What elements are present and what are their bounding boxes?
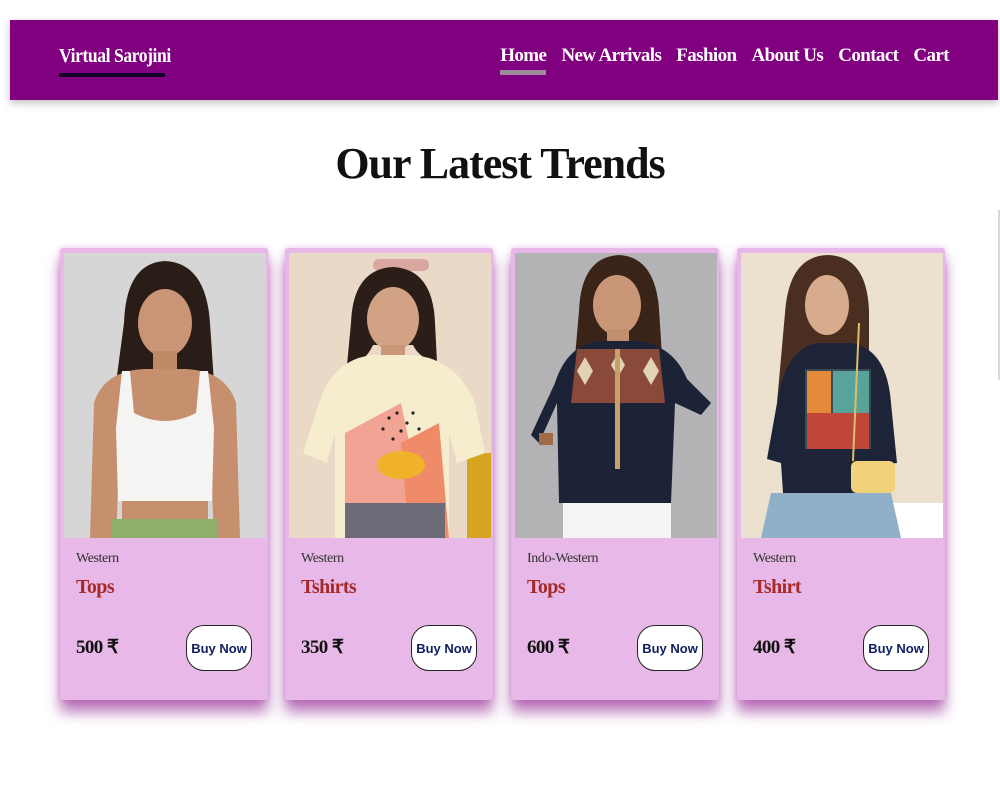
product-card: Western Tops 500 ₹ Buy Now — [60, 248, 268, 700]
brand-underline — [59, 73, 165, 77]
buy-now-button[interactable]: Buy Now — [637, 625, 703, 671]
product-image[interactable] — [515, 253, 717, 538]
product-name[interactable]: Tshirts — [301, 576, 357, 599]
product-category: Western — [76, 551, 119, 566]
product-card: Indo-Western Tops 600 ₹ Buy Now — [511, 248, 719, 700]
product-category: Western — [753, 551, 796, 566]
product-image[interactable] — [289, 253, 491, 538]
product-name[interactable]: Tops — [76, 576, 115, 599]
product-price: 400 ₹ — [753, 637, 796, 658]
buy-now-button[interactable]: Buy Now — [411, 625, 477, 671]
buy-now-button[interactable]: Buy Now — [863, 625, 929, 671]
nav-link-new-arrivals[interactable]: New Arrivals — [561, 45, 662, 67]
product-image[interactable] — [741, 253, 943, 538]
product-price: 350 ₹ — [301, 637, 344, 658]
product-category: Indo-Western — [527, 551, 599, 566]
product-price: 600 ₹ — [527, 637, 570, 658]
nav-link-fashion[interactable]: Fashion — [676, 45, 737, 67]
nav-link-contact[interactable]: Contact — [838, 45, 899, 67]
nav-link-home[interactable]: Home — [500, 45, 547, 75]
product-card: Western Tshirts 350 ₹ Buy Now — [285, 248, 493, 700]
product-price: 500 ₹ — [76, 637, 119, 658]
product-image[interactable] — [64, 253, 266, 538]
buy-now-button[interactable]: Buy Now — [186, 625, 252, 671]
product-category: Western — [301, 551, 344, 566]
nav-links: Home New Arrivals Fashion About Us Conta… — [500, 45, 950, 75]
section-title: Our Latest Trends — [335, 139, 665, 188]
brand-logo[interactable]: Virtual Sarojini — [59, 45, 171, 68]
product-card: Western Tshirt 400 ₹ Buy Now — [737, 248, 945, 700]
navbar: Virtual Sarojini Home New Arrivals Fashi… — [10, 20, 998, 100]
nav-link-about-us[interactable]: About Us — [751, 45, 823, 67]
product-name[interactable]: Tops — [527, 576, 566, 599]
product-name[interactable]: Tshirt — [753, 576, 802, 599]
nav-link-cart[interactable]: Cart — [913, 45, 949, 67]
